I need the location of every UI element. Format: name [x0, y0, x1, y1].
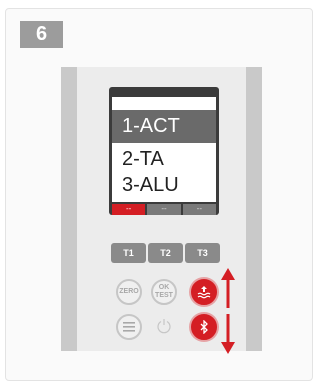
- upload-water-icon: [197, 286, 211, 299]
- t1-button[interactable]: T1: [111, 243, 146, 263]
- menu-button[interactable]: [116, 314, 142, 340]
- power-icon: [157, 319, 171, 334]
- device-right-rail: [246, 67, 262, 351]
- ok-test-button[interactable]: OK TEST: [151, 279, 177, 305]
- menu-item-act[interactable]: 1-ACT: [112, 110, 216, 143]
- bluetooth-button[interactable]: [191, 314, 217, 340]
- t3-button[interactable]: T3: [185, 243, 220, 263]
- softkey-2: --: [147, 204, 181, 215]
- zero-label: ZERO: [119, 288, 139, 295]
- t2-button[interactable]: T2: [148, 243, 183, 263]
- test-label: TEST: [155, 292, 173, 299]
- step-number-badge: 6: [20, 21, 63, 48]
- power-button[interactable]: [156, 318, 172, 339]
- upload-button[interactable]: [191, 279, 217, 305]
- zero-button[interactable]: ZERO: [116, 279, 142, 305]
- red-up-down-arrow-icon: [221, 268, 235, 354]
- ok-label: OK: [158, 284, 170, 291]
- softkey-bar: -- -- --: [112, 204, 216, 215]
- menu-item-alu[interactable]: 3-ALU: [112, 169, 216, 202]
- softkey-3: --: [182, 204, 216, 215]
- device-left-rail: [61, 67, 77, 351]
- hamburger-menu-icon: [123, 322, 135, 332]
- softkey-1: --: [112, 204, 146, 215]
- bluetooth-icon: [200, 320, 208, 334]
